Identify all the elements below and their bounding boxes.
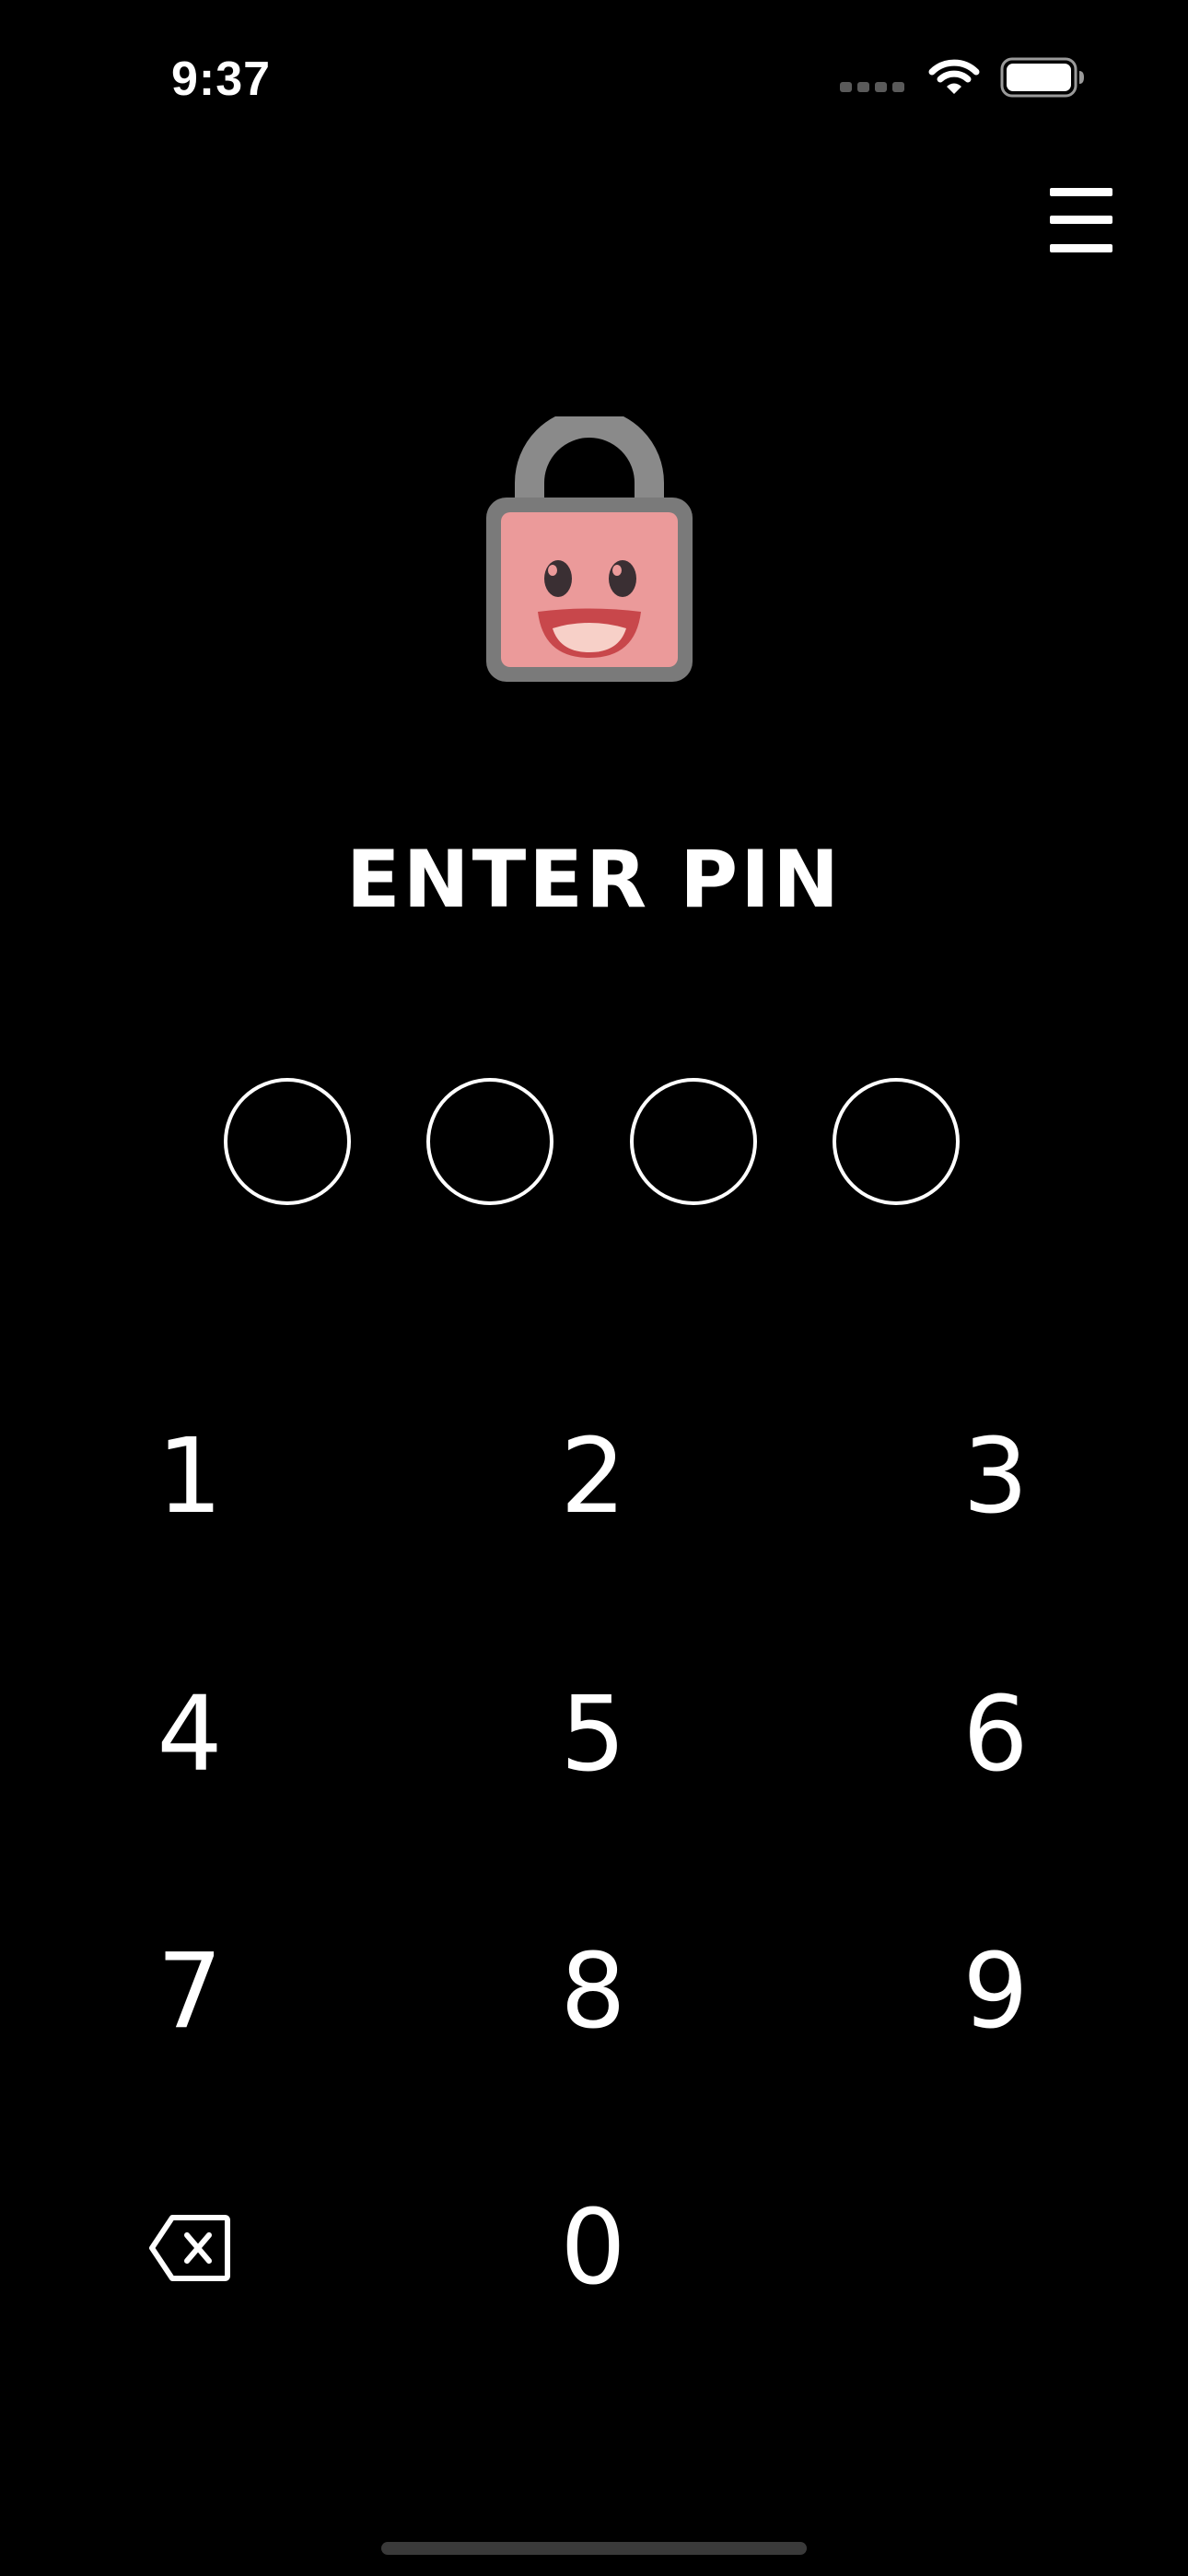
key-5[interactable]: 5 — [501, 1652, 685, 1818]
cellular-signal-icon — [840, 81, 904, 92]
home-indicator[interactable] — [381, 2542, 807, 2555]
page-title: ENTER PIN — [345, 834, 843, 926]
pin-indicator — [426, 1078, 553, 1205]
key-4[interactable]: 4 — [98, 1652, 282, 1818]
pin-indicator — [833, 1078, 960, 1205]
pin-indicator — [630, 1078, 757, 1205]
backspace-icon — [149, 2215, 230, 2281]
status-indicators — [840, 57, 1085, 98]
battery-icon — [1000, 57, 1084, 98]
key-2[interactable]: 2 — [501, 1394, 685, 1560]
key-6[interactable]: 6 — [903, 1652, 1088, 1818]
wifi-icon — [928, 59, 980, 94]
status-time: 9:37 — [171, 53, 272, 106]
key-1[interactable]: 1 — [98, 1394, 282, 1560]
key-7[interactable]: 7 — [98, 1909, 282, 2075]
key-9[interactable]: 9 — [903, 1909, 1088, 2075]
key-0[interactable]: 0 — [501, 2165, 685, 2331]
key-8[interactable]: 8 — [501, 1909, 685, 2075]
smiling-padlock-icon — [486, 416, 693, 682]
menu-button[interactable] — [1050, 188, 1112, 252]
backspace-button[interactable] — [98, 2165, 282, 2331]
pin-indicator — [224, 1078, 351, 1205]
key-3[interactable]: 3 — [903, 1394, 1088, 1560]
